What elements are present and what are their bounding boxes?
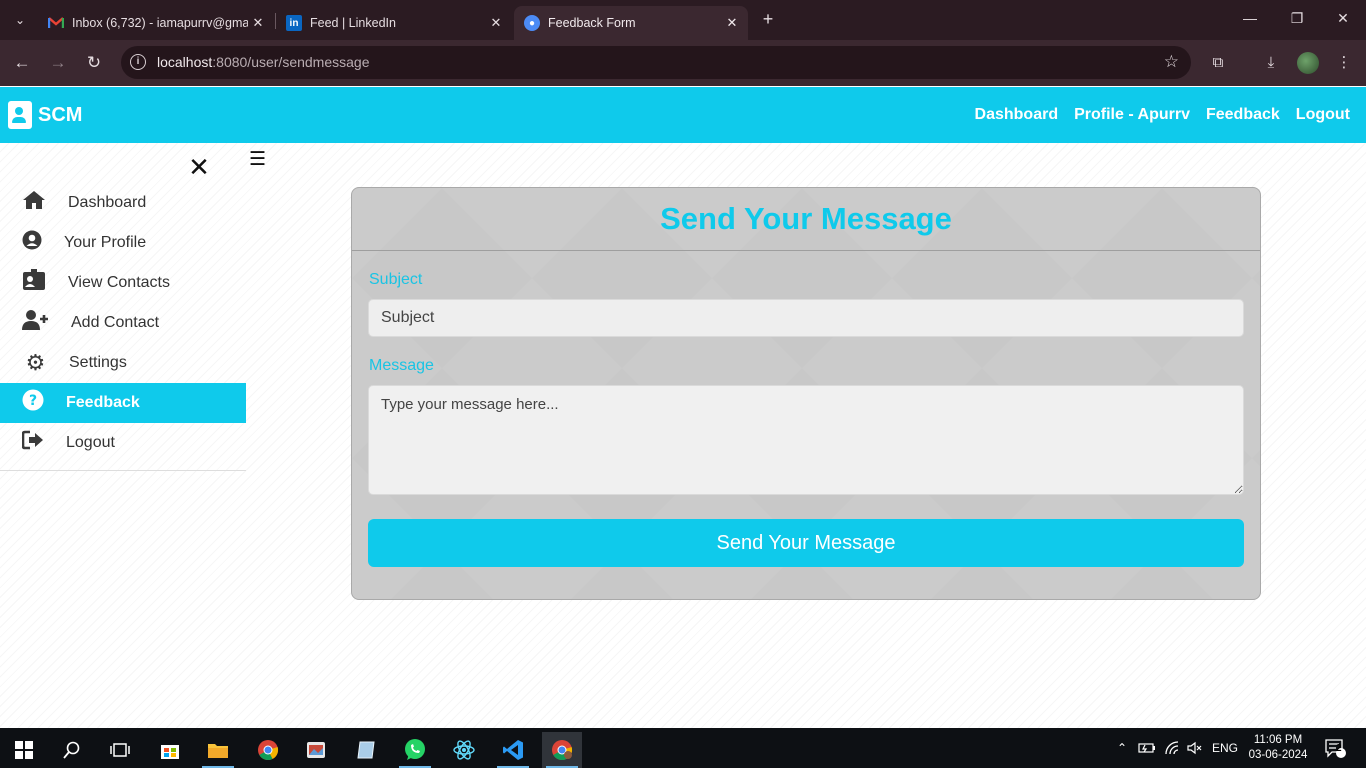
message-textarea[interactable] [368, 385, 1244, 495]
more-menu-icon[interactable]: ⋮ [1333, 52, 1355, 74]
contact-book-icon [8, 101, 32, 129]
address-bar[interactable]: i localhost:8080/user/sendmessage ☆ [121, 46, 1191, 79]
task-view-icon[interactable] [100, 732, 140, 768]
sidebar-item-feedback[interactable]: ? Feedback [0, 383, 246, 423]
close-sidebar-icon[interactable]: ✕ [188, 154, 210, 180]
top-navigation: Dashboard Profile - Apurrv Feedback Logo… [975, 106, 1350, 124]
sidebar-item-add-contact[interactable]: Add Contact [0, 303, 246, 343]
file-explorer-icon[interactable] [198, 732, 238, 768]
tab-title: Inbox (6,732) - iamapurrv@gmail.com [72, 16, 248, 30]
search-icon[interactable] [52, 732, 92, 768]
sidebar-item-settings[interactable]: ⚙ Settings [0, 343, 246, 383]
sidebar-item-label: Logout [66, 434, 115, 451]
contact-card-icon [22, 269, 46, 297]
app-navbar: SCM Dashboard Profile - Apurrv Feedback … [0, 87, 1366, 143]
nav-dashboard[interactable]: Dashboard [975, 106, 1059, 124]
close-tab-icon[interactable]: ✕ [248, 15, 268, 31]
reload-icon[interactable]: ↻ [83, 52, 105, 74]
home-icon [22, 190, 46, 216]
minimize-icon[interactable]: — [1240, 10, 1260, 26]
form-title: Send Your Message [660, 201, 952, 236]
svg-text:?: ? [29, 393, 37, 409]
wifi-icon[interactable] [1164, 728, 1182, 768]
sidebar-item-label: Your Profile [64, 234, 147, 251]
sidebar-menu: Dashboard Your Profile View Contacts Add… [0, 183, 246, 463]
chevron-up-icon[interactable]: ⌃ [1114, 728, 1130, 768]
sidebar-item-view-contacts[interactable]: View Contacts [0, 263, 246, 303]
windows-taskbar: ⌃ ENG 11:06 PM 03-06-2024 2 [0, 728, 1366, 768]
volume-muted-icon[interactable] [1186, 728, 1204, 768]
nav-feedback[interactable]: Feedback [1206, 106, 1280, 124]
new-tab-icon[interactable]: + [758, 9, 778, 31]
sidebar-item-label: Dashboard [68, 194, 147, 211]
notification-count-badge: 2 [1336, 743, 1342, 754]
tab-gmail[interactable]: Inbox (6,732) - iamapurrv@gmail.com ✕ [38, 6, 274, 40]
battery-icon[interactable] [1138, 728, 1156, 768]
chrome-active-window-icon[interactable] [542, 732, 582, 768]
hamburger-menu-icon[interactable]: ☰ [249, 150, 266, 169]
tab-feedback-form[interactable]: ● Feedback Form ✕ [514, 6, 748, 40]
close-tab-icon[interactable]: ✕ [486, 15, 506, 31]
window-close-icon[interactable]: ✕ [1333, 10, 1353, 27]
question-circle-icon: ? [22, 389, 44, 417]
sidebar: ✕ Dashboard Your Profile View Contacts A… [0, 143, 246, 473]
user-plus-icon [22, 309, 49, 337]
sign-out-icon [21, 430, 44, 456]
tab-linkedin[interactable]: in Feed | LinkedIn ✕ [276, 6, 512, 40]
sidebar-item-label: Settings [69, 354, 127, 371]
gears-icon: ⚙ [25, 350, 46, 375]
sidebar-item-dashboard[interactable]: Dashboard [0, 183, 246, 223]
url-text[interactable]: localhost:8080/user/sendmessage [157, 54, 369, 70]
chrome-icon[interactable] [248, 732, 288, 768]
sidebar-item-label: Add Contact [71, 314, 160, 331]
sidebar-item-your-profile[interactable]: Your Profile [0, 223, 246, 263]
sidebar-item-label: Feedback [66, 394, 140, 411]
brand-name: SCM [38, 103, 83, 126]
clock-date: 03-06-2024 [1248, 749, 1308, 761]
clock-time: 11:06 PM [1253, 734, 1303, 746]
windows-start-icon[interactable] [4, 732, 44, 768]
nav-profile[interactable]: Profile - Apurrv [1074, 106, 1190, 124]
restore-icon[interactable]: ❐ [1287, 10, 1307, 27]
back-icon[interactable]: ← [11, 52, 33, 74]
site-info-icon[interactable]: i [130, 54, 146, 70]
tab-title: Feed | LinkedIn [310, 16, 396, 30]
feedback-form-card: Send Your Message Subject Message Send Y… [351, 187, 1261, 600]
nav-logout[interactable]: Logout [1296, 106, 1350, 124]
user-circle-icon [22, 230, 42, 256]
bookmark-star-icon[interactable]: ☆ [1164, 52, 1179, 72]
tab-search-chevron-icon[interactable]: ⌄ [8, 8, 32, 32]
close-tab-icon[interactable]: ✕ [722, 15, 742, 31]
extensions-icon[interactable]: ⧉ [1207, 52, 1229, 74]
vscode-icon[interactable] [493, 732, 533, 768]
notification-center-icon[interactable]: 2 [1322, 728, 1348, 768]
card-header: Send Your Message [352, 188, 1260, 251]
browser-toolbar: ← → ↻ i localhost:8080/user/sendmessage … [0, 40, 1366, 86]
browser-profile-avatar[interactable] [1297, 52, 1319, 74]
sidebar-item-label: View Contacts [68, 274, 170, 291]
linkedin-icon: in [286, 15, 302, 31]
sidebar-item-logout[interactable]: Logout [0, 423, 246, 463]
microsoft-store-icon[interactable] [150, 732, 190, 768]
sidebar-divider [0, 470, 246, 471]
language-indicator[interactable]: ENG [1212, 728, 1238, 768]
page-body: ✕ Dashboard Your Profile View Contacts A… [0, 143, 1366, 728]
tab-title: Feedback Form [548, 16, 636, 30]
react-devtools-icon[interactable] [444, 732, 484, 768]
profile-icon: ● [524, 15, 540, 31]
send-message-button[interactable]: Send Your Message [368, 519, 1244, 567]
message-label: Message [369, 357, 434, 374]
photos-app-icon[interactable] [296, 732, 336, 768]
subject-label: Subject [369, 271, 423, 288]
subject-input[interactable] [368, 299, 1244, 337]
whatsapp-icon[interactable] [395, 732, 435, 768]
system-clock[interactable]: 11:06 PM 03-06-2024 [1248, 733, 1308, 763]
gmail-icon [48, 15, 64, 31]
browser-tabstrip: ⌄ Inbox (6,732) - iamapurrv@gmail.com ✕ … [0, 0, 1366, 40]
download-icon[interactable]: ⤓ [1260, 52, 1282, 74]
brand-logo[interactable]: SCM [8, 101, 82, 129]
forward-icon[interactable]: → [47, 52, 69, 74]
notes-app-icon[interactable] [346, 732, 386, 768]
